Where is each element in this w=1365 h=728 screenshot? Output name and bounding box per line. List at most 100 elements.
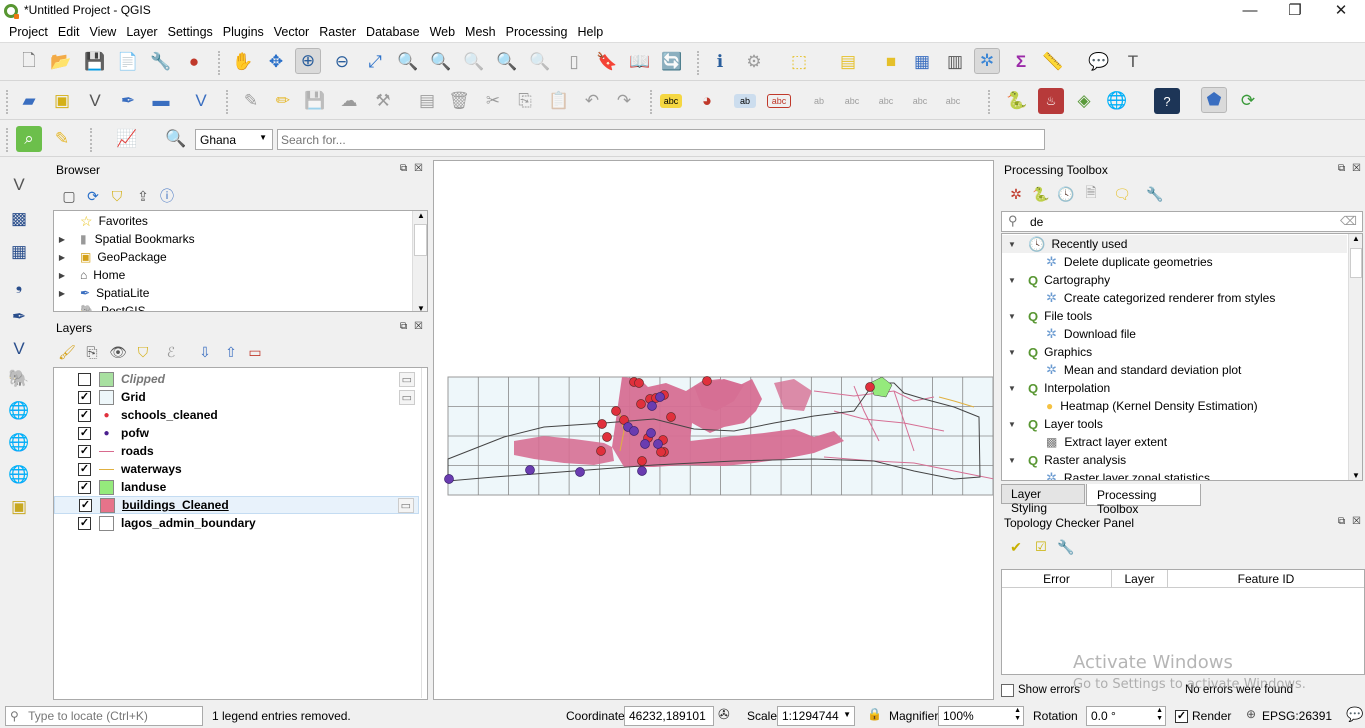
- menu-mesh[interactable]: Mesh: [460, 22, 501, 39]
- geocoder-search-input[interactable]: [277, 129, 1045, 150]
- column-header-layer[interactable]: Layer: [1112, 570, 1168, 588]
- menu-database[interactable]: Database: [361, 22, 425, 39]
- layer-visibility-checkbox[interactable]: ✓: [78, 516, 91, 530]
- tab-processing-toolbox[interactable]: Processing Toolbox: [1086, 484, 1201, 516]
- zoom-full-icon[interactable]: ⤢: [362, 49, 388, 75]
- temporary-layer-indicator-icon[interactable]: ▭: [398, 389, 415, 405]
- layer-visibility-checkbox[interactable]: ✓: [78, 444, 91, 458]
- show-hide-labels-icon[interactable]: ab: [806, 88, 832, 114]
- close-panel-icon[interactable]: ☒: [414, 321, 423, 332]
- new-print-layout-icon[interactable]: 📄: [115, 49, 141, 75]
- processing-search-input[interactable]: ⚲ de ⌫: [1001, 211, 1363, 232]
- pin-labels-icon[interactable]: abc: [767, 94, 791, 108]
- processing-scrollbar[interactable]: ▲ ▼: [1348, 234, 1362, 480]
- visibility-icon[interactable]: 👁: [105, 339, 131, 365]
- copy-features-icon[interactable]: ⎘: [512, 88, 538, 114]
- select-features-icon[interactable]: ⬚: [786, 49, 812, 75]
- geocoder-icon[interactable]: 🔍: [163, 126, 189, 152]
- text-annotation-icon[interactable]: T: [1120, 49, 1146, 75]
- add-feature-icon[interactable]: ☁: [336, 88, 362, 114]
- identify-search-icon[interactable]: ⌕: [16, 126, 42, 152]
- globe-plugin-icon[interactable]: 🌐: [1104, 88, 1130, 114]
- column-header-feature-id[interactable]: Feature ID: [1168, 570, 1364, 588]
- layer-visibility-checkbox[interactable]: ✓: [78, 390, 91, 404]
- plugin-leaf-icon[interactable]: ◈: [1071, 88, 1097, 114]
- show-bookmarks-icon[interactable]: 📖: [627, 49, 653, 75]
- pan-to-selection-icon[interactable]: ✥: [263, 49, 289, 75]
- browser-item[interactable]: ▶ ▮ Spatial Bookmarks: [56, 230, 195, 248]
- menu-plugins[interactable]: Plugins: [218, 22, 269, 39]
- collapse-arrow-icon[interactable]: ▼: [1006, 240, 1018, 249]
- menu-layer[interactable]: Layer: [121, 22, 162, 39]
- refresh-icon[interactable]: ⟳: [80, 183, 106, 209]
- processing-group[interactable]: ▼ Q Interpolation: [1002, 379, 1347, 397]
- move-label-icon[interactable]: abc: [839, 88, 865, 114]
- filter-icon[interactable]: ⛉: [104, 183, 130, 209]
- add-geopackage-icon[interactable]: ▣: [6, 494, 32, 520]
- expand-arrow-icon[interactable]: ▶: [56, 271, 68, 280]
- collapse-all-icon[interactable]: ⇧: [218, 339, 244, 365]
- close-panel-icon[interactable]: ☒: [414, 163, 423, 174]
- coordinate-field[interactable]: 46232,189101: [624, 706, 714, 726]
- processing-group[interactable]: ▼ Q Graphics: [1002, 343, 1347, 361]
- history-icon[interactable]: 🕓: [1053, 181, 1079, 207]
- attribute-table-icon[interactable]: ▦: [909, 49, 935, 75]
- collapse-arrow-icon[interactable]: ▼: [1006, 276, 1018, 285]
- layer-item[interactable]: ✓ buildings_Cleaned ▭: [54, 496, 419, 514]
- menu-view[interactable]: View: [84, 22, 121, 39]
- collapse-arrow-icon[interactable]: ▼: [1006, 420, 1018, 429]
- scripts-icon[interactable]: 🐍: [1028, 181, 1054, 207]
- lock-scale-icon[interactable]: 🔒: [867, 707, 882, 721]
- add-mesh-layer-icon[interactable]: ▦: [6, 239, 32, 265]
- processing-toolbox-icon[interactable]: ✲: [974, 48, 1000, 74]
- crs-button[interactable]: EPSG:26391: [1262, 709, 1332, 723]
- close-panel-icon[interactable]: ☒: [1352, 163, 1361, 174]
- column-header-error[interactable]: Error: [1002, 570, 1112, 588]
- float-panel-icon[interactable]: ⧉: [1338, 516, 1345, 527]
- zoom-last-icon[interactable]: 🔍: [494, 49, 520, 75]
- processing-algorithm[interactable]: ✲ Create categorized renderer from styles: [1002, 289, 1275, 307]
- close-panel-icon[interactable]: ☒: [1352, 516, 1361, 527]
- remove-layer-icon[interactable]: ▭: [242, 339, 268, 365]
- menu-project[interactable]: Project: [0, 22, 53, 39]
- python-console-icon[interactable]: 🐍: [1004, 88, 1030, 114]
- float-panel-icon[interactable]: ⧉: [400, 163, 407, 174]
- layer-item[interactable]: ✓ ● schools_cleaned: [54, 406, 419, 424]
- processing-algorithm[interactable]: ✲ Delete duplicate geometries: [1002, 253, 1213, 271]
- layer-diagram-icon[interactable]: ◕: [694, 88, 720, 114]
- new-shapefile-layer-icon[interactable]: V: [82, 88, 108, 114]
- add-raster-layer-icon[interactable]: ▩: [6, 206, 32, 232]
- layer-item[interactable]: ✓ lagos_admin_boundary: [54, 514, 419, 532]
- rotation-spinbox[interactable]: 0.0 ° ▲ ▼: [1086, 706, 1166, 726]
- cut-features-icon[interactable]: ✂: [480, 88, 506, 114]
- vertex-tool-icon[interactable]: ⚒: [370, 88, 396, 114]
- processing-algorithm[interactable]: ✲ Mean and standard deviation plot: [1002, 361, 1241, 379]
- refresh-icon[interactable]: 🔄: [659, 49, 685, 75]
- menu-settings[interactable]: Settings: [163, 22, 218, 39]
- layer-item[interactable]: ✓ landuse: [54, 478, 419, 496]
- refresh-table-icon[interactable]: ⟳: [1235, 88, 1261, 114]
- new-spatialite-layer-icon[interactable]: ✒: [115, 88, 141, 114]
- select-by-value-icon[interactable]: ▤: [835, 49, 861, 75]
- filter-expression-icon[interactable]: ℰ: [158, 339, 184, 365]
- toggle-editing-icon[interactable]: ✏: [270, 88, 296, 114]
- show-errors-checkbox[interactable]: [1001, 684, 1014, 697]
- field-calculator-icon[interactable]: ▥: [942, 49, 968, 75]
- help-icon[interactable]: ?: [1154, 88, 1180, 114]
- add-wfs-icon[interactable]: 🌐: [6, 462, 32, 488]
- map-svg[interactable]: [434, 161, 995, 699]
- layers-scrollbar[interactable]: [421, 368, 427, 698]
- style-panel-icon[interactable]: 🖌: [54, 339, 80, 365]
- rotate-label-icon[interactable]: abc: [873, 88, 899, 114]
- menu-edit[interactable]: Edit: [53, 22, 85, 39]
- browser-item[interactable]: ▶ ▣ GeoPackage: [56, 248, 167, 266]
- add-group-icon[interactable]: ⎘: [79, 339, 105, 365]
- zoom-next-icon[interactable]: 🔍: [527, 49, 553, 75]
- close-button[interactable]: ✕: [1318, 0, 1364, 22]
- toggle-extents-icon[interactable]: ✇: [718, 706, 730, 723]
- tab-layer-styling[interactable]: Layer Styling: [1001, 484, 1085, 515]
- new-geopackage-layer-icon[interactable]: ▣: [49, 88, 75, 114]
- layout-manager-icon[interactable]: 🔧: [148, 49, 174, 75]
- edit-features-in-place-icon[interactable]: 🗨: [1109, 181, 1135, 207]
- maximize-button[interactable]: ❐: [1272, 0, 1318, 22]
